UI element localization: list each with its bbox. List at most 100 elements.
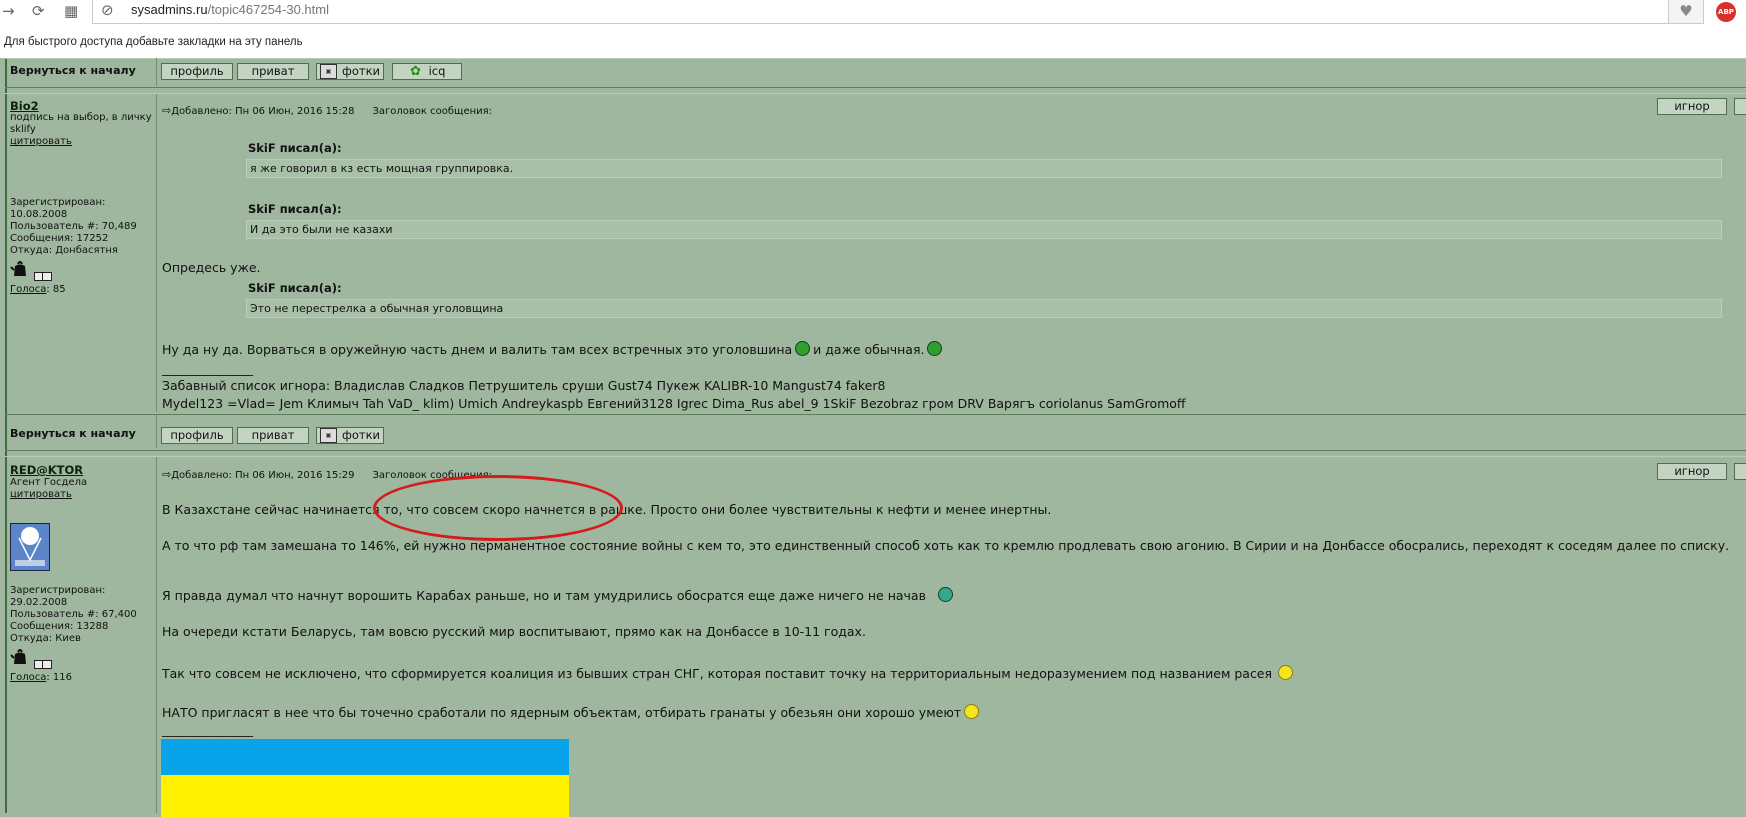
column-divider — [156, 414, 157, 448]
quote-text: я же говорил в кз есть мощная группировк… — [246, 159, 1722, 178]
post1-ignore-button[interactable]: игнор — [1657, 98, 1727, 115]
quote-author: SkiF писал(а): — [248, 202, 342, 216]
photos-button[interactable]: ▣ фотки — [316, 427, 384, 444]
reload-icon[interactable]: ⟳ — [32, 2, 45, 20]
adblock-button[interactable]: ABP — [1716, 2, 1736, 22]
post2-ignore-button[interactable]: игнор — [1657, 463, 1727, 480]
photos-icon: ▣ — [320, 428, 337, 443]
post1-signature-line1: Забавный список игнора: Владислав Сладко… — [162, 378, 886, 393]
post2-line-text: Я правда думал что начнут ворошить Караб… — [162, 588, 926, 603]
compass-icon: ⊘ — [101, 1, 114, 19]
post1-registered-label: Зарегистрирован: — [10, 197, 106, 208]
post1-extra-button[interactable] — [1734, 98, 1746, 115]
kettle-icon — [10, 261, 26, 276]
url-domain: sysadmins.ru — [131, 2, 208, 17]
post1-text-part1: Ну да ну да. Ворваться в оружейную часть… — [162, 342, 793, 357]
profile-button[interactable]: профиль — [161, 63, 233, 80]
divider — [5, 414, 1746, 415]
post2-votes: Голоса: 116 — [10, 672, 72, 684]
back-to-top-link[interactable]: Вернуться к началу — [10, 64, 136, 77]
quote-text: Это не перестрелка а обычная уголовщина — [246, 299, 1722, 318]
post2-user-status: Агент Госдела — [10, 477, 88, 488]
photos-button[interactable]: ▣ фотки — [316, 63, 384, 80]
post2-line: Так что совсем не исключено, что сформир… — [162, 665, 1296, 681]
post2-extra-button[interactable] — [1734, 463, 1746, 480]
flag-blue-band — [161, 739, 569, 775]
post2-quote-link[interactable]: цитировать — [10, 489, 72, 500]
quote-author: SkiF писал(а): — [248, 141, 342, 155]
divider — [5, 450, 1746, 451]
post1-text-part2: и даже обычная. — [813, 342, 925, 357]
post1-signature-line2: Mydel123 =Vlad= Jem Климыч Tah VaD_ klim… — [162, 396, 1186, 411]
divider — [5, 93, 1746, 94]
post1-text-main: Ну да ну да. Ворваться в оружейную часть… — [162, 341, 945, 357]
profile-button[interactable]: профиль — [161, 427, 233, 444]
post2-registered-date: 29.02.2008 — [10, 597, 68, 608]
back-to-top-link[interactable]: Вернуться к началу — [10, 427, 136, 440]
heart-icon[interactable]: ♥ — [1668, 0, 1704, 24]
post1-subject-label: Заголовок сообщения: — [372, 106, 493, 117]
divider — [5, 58, 1746, 59]
photos-icon: ▣ — [320, 64, 337, 79]
post1-username[interactable]: Bio2 — [10, 99, 39, 113]
flag-yellow-band — [161, 775, 569, 817]
ukraine-flag-image — [161, 739, 569, 817]
address-bar[interactable]: ⊘ sysadmins.ru/topic467254-30.html — [92, 0, 1670, 24]
green-smiley-icon — [927, 341, 943, 356]
pm-icon[interactable] — [34, 660, 52, 669]
post2-line: На очереди кстати Беларусь, там вовсю ру… — [162, 624, 866, 639]
laughing-smiley-icon — [937, 587, 953, 602]
private-button[interactable]: приват — [237, 427, 309, 444]
arrow-right-icon[interactable]: → — [2, 2, 15, 20]
post2-line: А то что рф там замешана то 146%, ей нуж… — [162, 538, 1730, 553]
signature-line: __________________ — [162, 723, 253, 737]
kettle-icon — [10, 649, 26, 664]
url-text[interactable]: sysadmins.ru/topic467254-30.html — [131, 2, 329, 17]
apps-grid-icon[interactable]: ▦ — [64, 2, 78, 20]
avatar[interactable] — [10, 523, 50, 571]
post-arrow-icon: ⇨ — [162, 104, 172, 117]
post2-date: Добавлено: Пн 06 Июн, 2016 15:29 — [171, 470, 355, 481]
left-border — [5, 58, 7, 813]
post1-date: Добавлено: Пн 06 Июн, 2016 15:28 — [171, 106, 355, 117]
icq-button[interactable]: ✿ icq — [392, 63, 462, 80]
photos-label: фотки — [342, 428, 380, 442]
private-button[interactable]: приват — [237, 63, 309, 80]
post2-user-number: Пользователь #: 67,400 — [10, 609, 137, 620]
photos-label: фотки — [342, 64, 380, 78]
column-divider — [156, 58, 157, 86]
post1-user-number: Пользователь #: 70,489 — [10, 221, 137, 232]
post1-quote-link[interactable]: цитировать — [10, 136, 72, 147]
wink-smiley-icon — [1278, 665, 1294, 680]
post2-username[interactable]: RED@KTOR — [10, 463, 83, 477]
post1-votes: Голоса: 85 — [10, 284, 66, 296]
smile-smiley-icon — [964, 704, 980, 719]
pm-icon[interactable] — [34, 272, 52, 281]
post2-line-text: НАТО пригласят в нее что бы точечно сраб… — [162, 705, 962, 720]
post2-votes-link[interactable]: Голоса — [10, 672, 46, 683]
red-annotation-ellipse — [373, 475, 623, 541]
post1-user-status2: sklify — [10, 124, 36, 135]
post2-line: НАТО пригласят в нее что бы точечно сраб… — [162, 704, 982, 720]
post-arrow-icon: ⇨ — [162, 468, 172, 481]
quote-text: И да это были не казахи — [246, 220, 1722, 239]
post1-votes-link[interactable]: Голоса — [10, 284, 46, 295]
icq-flower-icon: ✿ — [410, 63, 422, 79]
post1-location: Откуда: Донбасятня — [10, 245, 118, 256]
post1-votes-count: : 85 — [46, 284, 66, 295]
post1-user-status: подпись на выбор, в личку — [10, 112, 152, 123]
signature-line: __________________ — [162, 362, 253, 376]
post2-line: Я правда думал что начнут ворошить Караб… — [162, 587, 956, 603]
green-smiley-icon — [795, 341, 811, 356]
post2-votes-count: : 116 — [46, 672, 72, 683]
quote-author: SkiF писал(а): — [248, 281, 342, 295]
abp-label: ABP — [1718, 8, 1734, 16]
post1-header: ⇨Добавлено: Пн 06 Июн, 2016 15:28 Заголов… — [162, 104, 492, 117]
column-divider — [156, 457, 157, 813]
browser-chrome: → ⟳ ▦ ⊘ sysadmins.ru/topic467254-30.html… — [0, 0, 1746, 58]
post1-messages: Сообщения: 17252 — [10, 233, 109, 244]
bookmarks-bar-hint: Для быстрого доступа добавьте закладки н… — [4, 36, 303, 48]
url-path: /topic467254-30.html — [207, 2, 329, 17]
post1-registered-date: 10.08.2008 — [10, 209, 68, 220]
post2-location: Откуда: Киев — [10, 633, 81, 644]
